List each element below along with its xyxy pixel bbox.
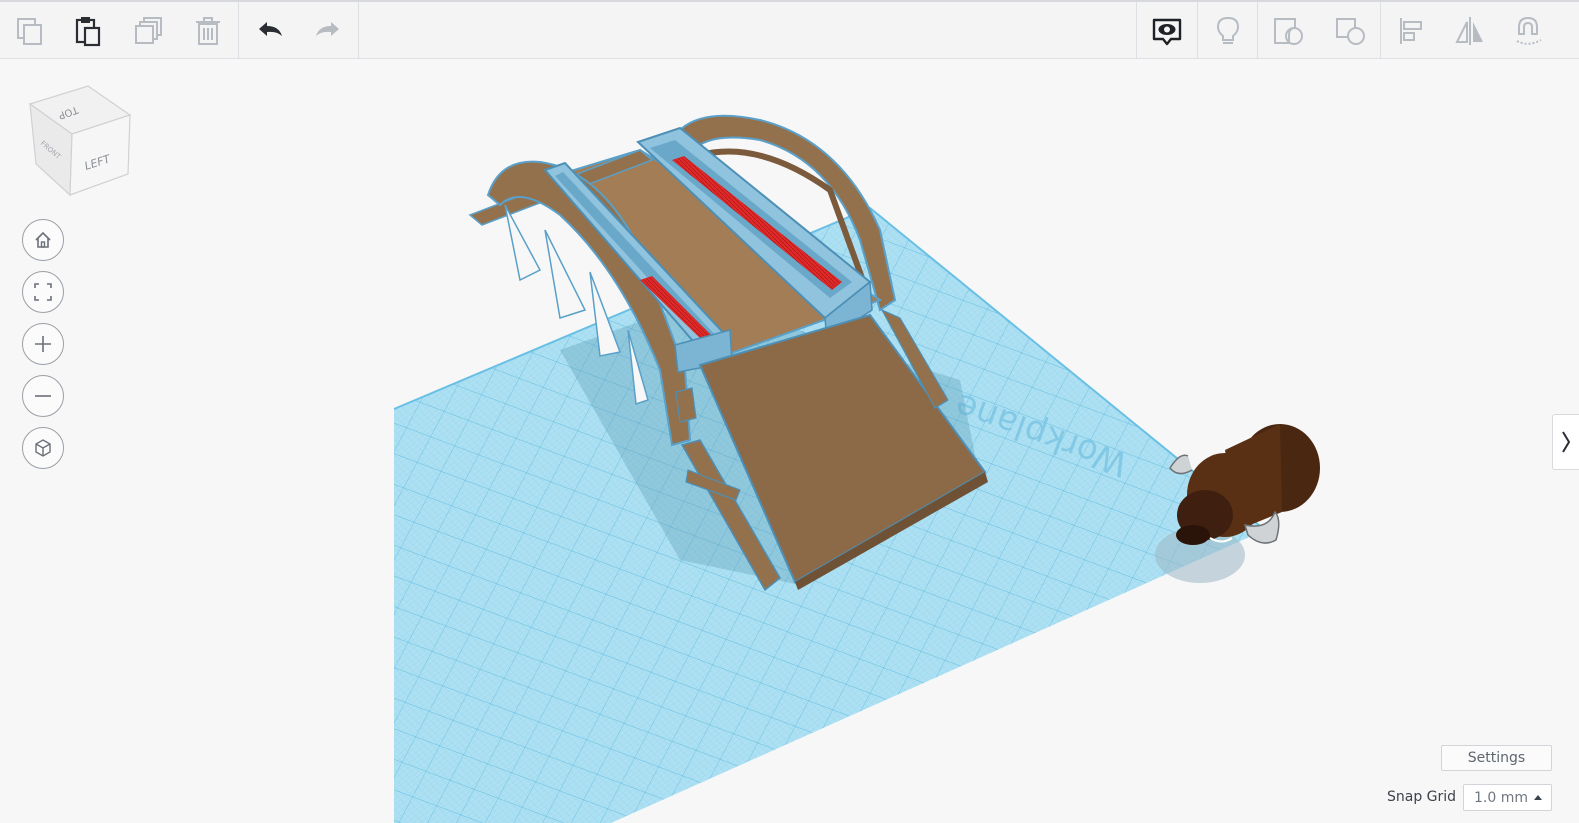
3d-viewport[interactable]: Workplane TOP LEFT FRONT [0,59,1579,823]
toolbar [0,0,1579,59]
cruise-button[interactable] [1498,2,1557,59]
delete-button[interactable] [178,2,237,59]
undo-icon [258,21,282,36]
zoom-in-icon [35,336,51,352]
caret-up-icon [1534,795,1542,800]
home-view-button[interactable] [22,219,64,261]
settings-button[interactable]: Settings [1441,745,1552,771]
perspective-icon [35,439,51,457]
align-button[interactable] [1381,2,1440,59]
notes-button[interactable] [1198,2,1257,59]
copy-icon [16,17,42,45]
zoom-out-button[interactable] [22,375,64,417]
panel-toggle-button[interactable] [1552,414,1579,470]
perspective-button[interactable] [22,427,64,469]
scene: Workplane [393,114,1320,823]
duplicate-button[interactable] [118,2,177,59]
group-button[interactable] [1258,2,1317,59]
snap-grid-value: 1.0 mm [1474,789,1528,806]
view-cube[interactable]: TOP LEFT FRONT [24,82,136,200]
redo-button[interactable] [298,2,357,59]
align-icon [1399,17,1422,44]
duplicate-icon [134,16,162,44]
fit-view-icon [34,283,52,301]
note-icon [1216,16,1239,44]
ungroup-button[interactable] [1320,2,1379,59]
redo-icon [315,21,339,36]
zoom-in-button[interactable] [22,323,64,365]
snap-grid-select[interactable]: 1.0 mm [1463,784,1552,811]
chevron-right-icon [1562,431,1571,453]
show-all-button[interactable] [1137,2,1196,59]
fit-view-button[interactable] [22,271,64,313]
mirror-button[interactable] [1440,2,1499,59]
home-icon [35,231,51,248]
undo-button[interactable] [240,2,299,59]
trash-icon [195,16,220,45]
mirror-icon [1454,16,1483,45]
paste-icon [75,16,100,46]
copy-button[interactable] [0,2,59,59]
paste-button[interactable] [58,2,117,59]
show-all-icon [1152,18,1181,45]
zoom-out-icon [35,395,51,397]
group-icon [1273,17,1303,45]
ungroup-icon [1335,17,1365,45]
magnet-icon [1516,16,1541,45]
snap-grid-label: Snap Grid [1387,789,1457,805]
